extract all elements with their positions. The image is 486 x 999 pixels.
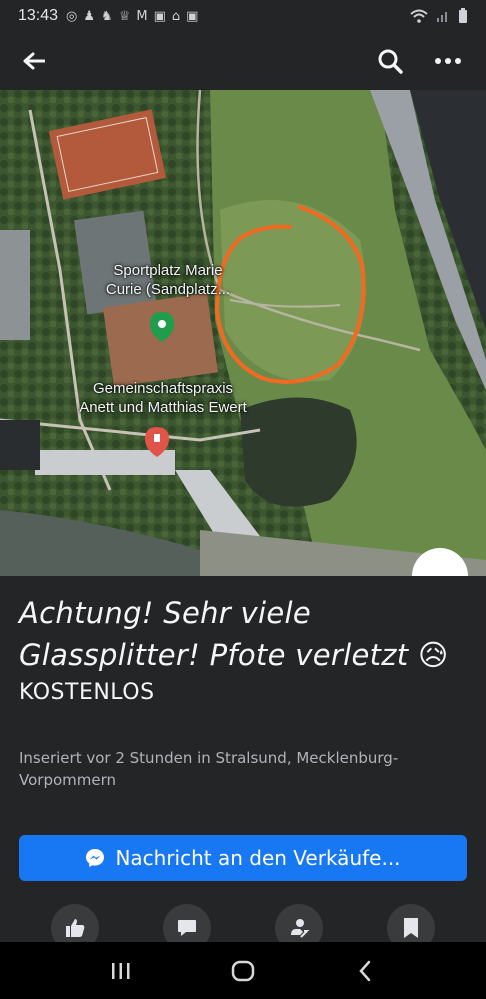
arrow-left-icon <box>23 52 45 70</box>
message-seller-label: Nachricht an den Verkäufe... <box>115 846 401 870</box>
whatsapp-icon: ◎ <box>66 8 78 24</box>
gmail-icon: M <box>136 8 148 24</box>
listing-photo[interactable]: Sportplatz Marie Curie (Sandplatz... Gem… <box>0 90 486 576</box>
notification-icons: ◎ ♟ ♞ ♕ M ▣ ⌂ ▣ <box>66 9 198 24</box>
messenger-icon <box>86 849 105 867</box>
app-icon: ♞ <box>101 8 113 24</box>
map-label-sportplatz: Sportplatz Marie Curie (Sandplatz... <box>105 262 231 298</box>
status-bar: 13:43 ◎ ♟ ♞ ♕ M ▣ ⌂ ▣ <box>0 0 486 32</box>
more-icon <box>435 58 461 64</box>
listing-details: Achtung! Sehr viele Glassplitter! Pfote … <box>0 576 486 791</box>
top-bar <box>0 32 486 90</box>
share-icon <box>291 919 310 938</box>
listing-price: KOSTENLOS <box>19 680 155 705</box>
comment-icon <box>178 920 196 936</box>
search-icon <box>378 49 403 74</box>
wifi-icon <box>410 9 428 23</box>
back-button[interactable] <box>18 45 50 77</box>
map-label-praxis: Gemeinschaftspraxis Anett und Matthias E… <box>79 380 247 416</box>
recent-apps-button[interactable] <box>91 951 151 991</box>
back-icon <box>359 960 371 981</box>
action-row <box>0 904 486 952</box>
search-button[interactable] <box>370 41 410 81</box>
message-seller-button[interactable]: Nachricht an den Verkäufe... <box>19 835 467 881</box>
mail-icon: ▣ <box>153 8 166 24</box>
system-back-button[interactable] <box>335 951 395 991</box>
trophy-icon: ♕ <box>118 8 131 24</box>
mail-icon: ▣ <box>186 8 199 24</box>
status-time: 13:43 <box>18 7 59 24</box>
system-icons <box>410 8 468 24</box>
save-icon <box>404 918 418 938</box>
home-icon <box>231 960 255 981</box>
signal-icon <box>437 12 447 22</box>
listing-title: Achtung! Sehr viele Glassplitter! Pfote … <box>19 596 449 672</box>
battery-icon <box>459 8 467 23</box>
recent-apps-icon <box>112 962 130 979</box>
system-nav-bar <box>0 942 486 999</box>
home-icon: ⌂ <box>171 8 181 24</box>
snapchat-icon: ♟ <box>83 8 96 24</box>
like-icon <box>66 919 85 937</box>
listing-meta: Inseriert vor 2 Stunden in Stralsund, Me… <box>19 749 399 789</box>
more-button[interactable] <box>428 41 468 81</box>
satellite-map <box>0 90 486 576</box>
home-button[interactable] <box>213 951 273 991</box>
